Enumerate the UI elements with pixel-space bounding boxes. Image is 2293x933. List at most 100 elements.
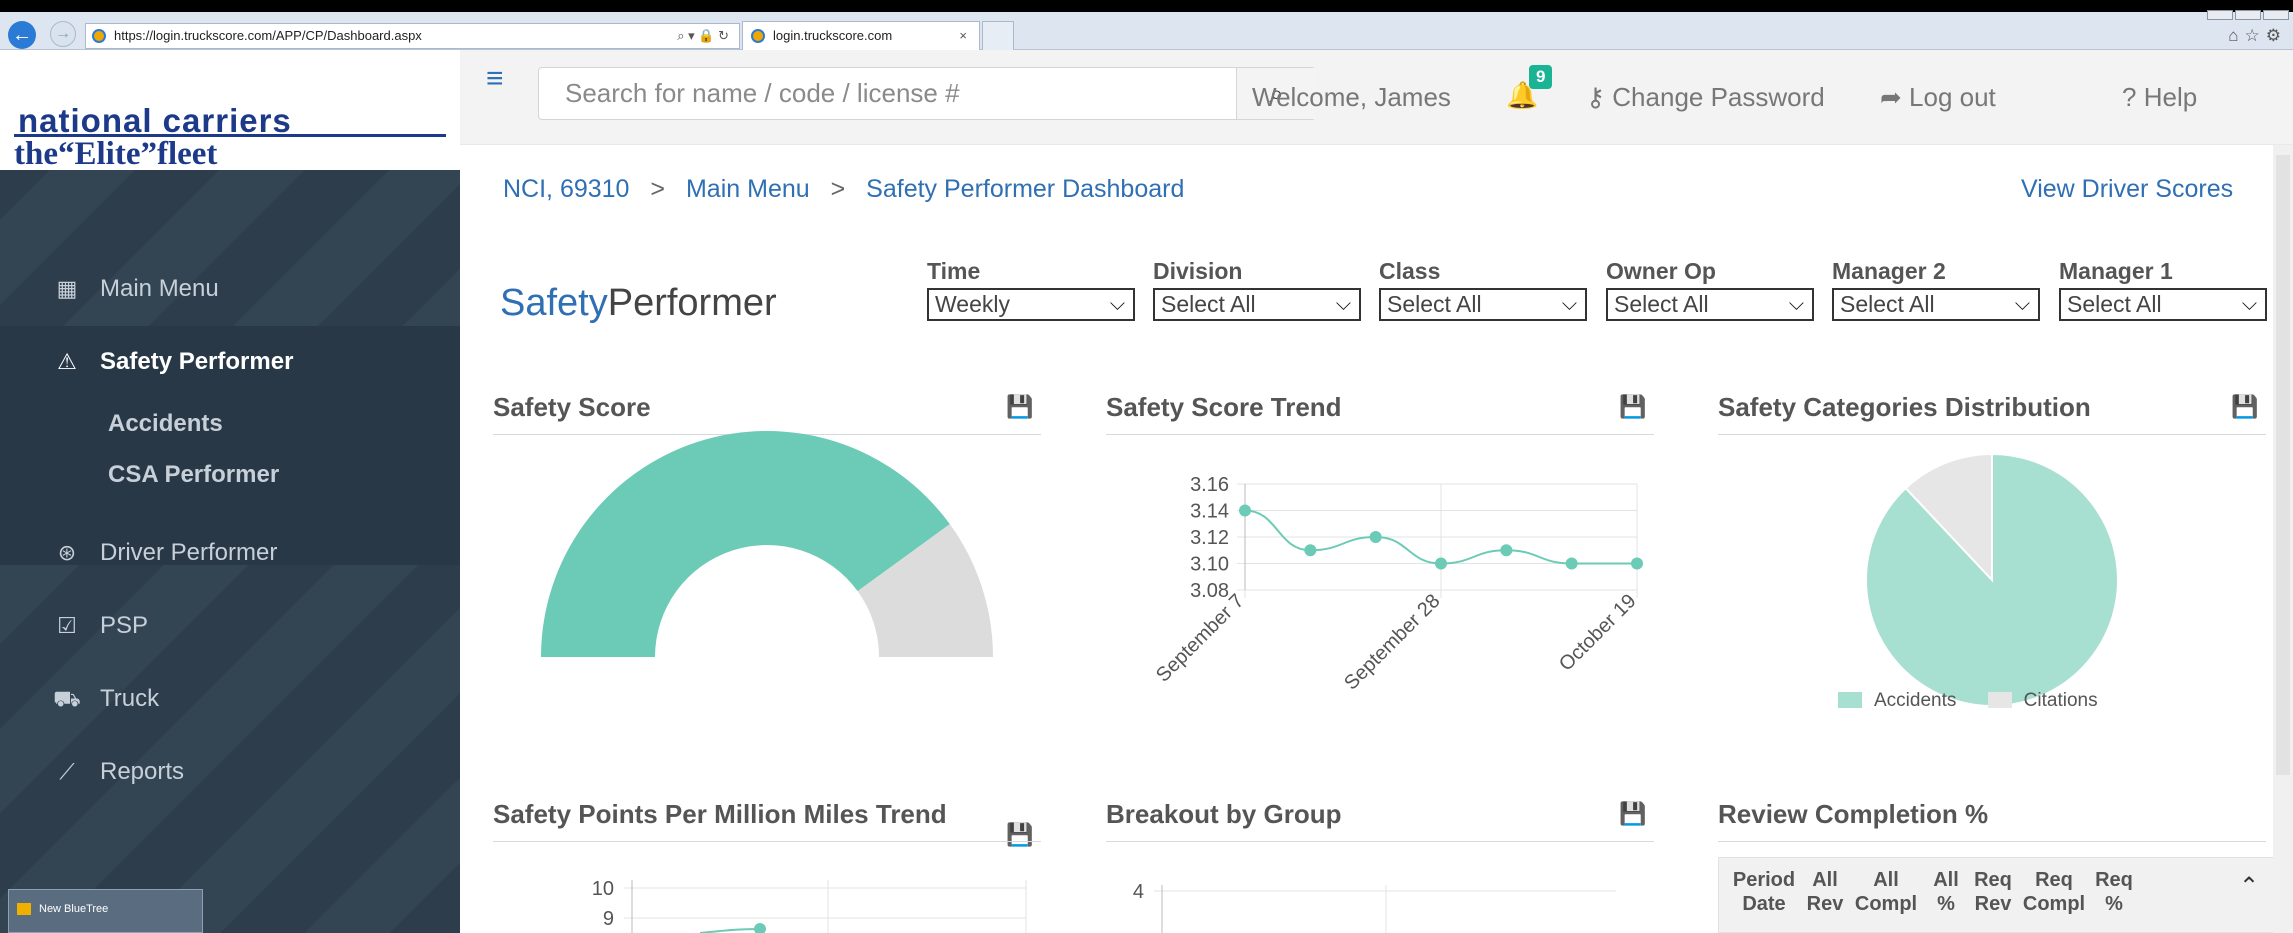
address-tools-icon[interactable]: ⌕ ▾ 🔒 ↻ — [677, 24, 729, 48]
minimize-icon[interactable] — [2207, 10, 2233, 20]
trend-ytick-label: 3.14 — [1190, 501, 1229, 523]
taskbar-item[interactable]: New BlueTree — [8, 889, 203, 933]
company-logo: national carriers the“Elite”fleet — [0, 50, 460, 172]
manager-1-select[interactable]: Select All ⌵ — [2059, 288, 2267, 321]
checkbox-icon: ☑ — [57, 613, 77, 638]
sidebar-item-label: Driver Performer — [100, 539, 278, 566]
panel-title-trend: Safety Score Trend — [1106, 392, 1342, 422]
trend-data-point — [1304, 544, 1317, 557]
save-icon[interactable]: 💾 — [2231, 394, 2258, 420]
warning-icon: ⚠ — [57, 349, 77, 374]
owner-op-select[interactable]: Select All ⌵ — [1606, 288, 1814, 321]
trend-data-point — [1435, 557, 1447, 570]
th-req-compl: Req Compl — [2022, 869, 2086, 915]
chevron-down-icon: ⌵ — [1561, 293, 1577, 315]
breakout-ytick-label: 4 — [1133, 881, 1144, 903]
filter-class: Class Select All ⌵ — [1379, 258, 1589, 321]
tab-title: login.truckscore.com — [773, 28, 893, 43]
screen-top-bar — [0, 0, 2293, 12]
chevron-down-icon: ⌵ — [1335, 293, 1351, 315]
trend-ytick-label: 3.12 — [1190, 527, 1229, 549]
address-bar[interactable]: https://login.truckscore.com/APP/CP/Dash… — [85, 23, 740, 49]
save-icon[interactable]: 💾 — [1619, 394, 1646, 420]
breadcrumb-company[interactable]: NCI, 69310 — [503, 175, 629, 203]
sidebar-item-driver-performer[interactable]: ⊛ Driver Performer — [0, 517, 460, 589]
legend-swatch-citations — [1987, 692, 2012, 708]
browser-tools-icons[interactable]: ⌂☆⚙ — [2228, 26, 2287, 46]
trend-data-point — [1369, 531, 1382, 543]
filter-label: Manager 1 — [2059, 258, 2173, 284]
view-driver-scores-link[interactable]: View Driver Scores — [2021, 175, 2233, 204]
logout-link[interactable]: ➦ Log out — [1880, 82, 1996, 113]
legend-swatch-accidents — [1838, 692, 1862, 708]
filter-label: Manager 2 — [1832, 258, 1946, 284]
pie-legend: Accidents Citations — [1838, 690, 2098, 712]
trend-data-point — [1239, 504, 1251, 517]
tab-close-icon[interactable]: × — [959, 22, 967, 49]
pie-slice-citations — [1904, 452, 1993, 583]
th-all-compl: All Compl — [1854, 869, 1918, 915]
back-button[interactable]: ← — [8, 21, 36, 49]
gauge-remainder-arc — [857, 524, 993, 657]
close-window-icon[interactable] — [2263, 10, 2289, 20]
maximize-icon[interactable] — [2235, 10, 2261, 20]
trend-xtick-label: September 7 — [1152, 590, 1249, 687]
gauge-value-arc — [541, 431, 950, 657]
hamburger-menu-icon[interactable]: ≡ — [486, 62, 504, 96]
filter-time: Time Weekly ⌵ — [927, 258, 1137, 321]
filter-label: Time — [927, 258, 981, 284]
time-select[interactable]: Weekly ⌵ — [927, 288, 1135, 321]
sidebar-subitem-csa-performer[interactable]: CSA Performer — [108, 461, 279, 489]
division-select[interactable]: Select All ⌵ — [1153, 288, 1361, 321]
sidebar-item-reports[interactable]: ⟋ Reports — [0, 736, 460, 808]
breadcrumb-current[interactable]: Safety Performer Dashboard — [866, 175, 1184, 203]
chevron-down-icon: ⌵ — [2241, 293, 2257, 315]
site-favicon-icon — [92, 29, 106, 43]
sidebar-item-safety-performer[interactable]: ⚠ Safety Performer — [0, 326, 460, 398]
change-password-link[interactable]: ⚷ Change Password — [1586, 82, 1825, 113]
trend-xtick-label: September 28 — [1340, 590, 1444, 694]
save-icon[interactable]: 💾 — [1619, 801, 1646, 827]
new-tab-button[interactable] — [982, 21, 1014, 50]
chevron-up-icon[interactable]: ⌃ — [2239, 872, 2259, 901]
page-scrollbar[interactable] — [2273, 145, 2293, 933]
sidebar-item-label: PSP — [100, 612, 149, 639]
chevron-down-icon: ⌵ — [2014, 293, 2030, 315]
manager-2-select[interactable]: Select All ⌵ — [1832, 288, 2040, 321]
th-all-pct: All % — [1933, 869, 1959, 915]
review-table: Period Date All Rev All Compl All % Req … — [1718, 857, 2278, 933]
trend-ytick-label: 3.10 — [1190, 554, 1229, 576]
sidebar-item-label: Safety Performer — [100, 348, 294, 375]
folder-icon — [17, 903, 31, 915]
steering-wheel-icon: ⊛ — [57, 540, 77, 565]
th-period-date: Period Date — [1732, 869, 1796, 915]
save-icon[interactable]: 💾 — [1006, 822, 1033, 848]
sidebar-subitem-accidents[interactable]: Accidents — [108, 410, 223, 438]
tab-favicon-icon — [751, 29, 765, 43]
points-data-point — [754, 923, 766, 933]
sidebar-item-label: Main Menu — [100, 275, 219, 302]
panel-title-breakout: Breakout by Group — [1106, 799, 1342, 829]
filter-label: Division — [1153, 258, 1243, 284]
sidebar-item-main-menu[interactable]: ▦ Main Menu — [0, 253, 460, 325]
save-icon[interactable]: 💾 — [1006, 394, 1033, 420]
th-req-rev: Req Rev — [1974, 869, 2012, 915]
search-input[interactable] — [539, 68, 1171, 119]
filter-owner-op: Owner Op Select All ⌵ — [1606, 258, 1816, 321]
sidebar-item-psp[interactable]: ☑ PSP — [0, 590, 460, 662]
breadcrumb-main-menu[interactable]: Main Menu — [686, 175, 810, 203]
th-req-pct: Req % — [2095, 869, 2133, 915]
panel-title-review: Review Completion % — [1718, 799, 1989, 829]
filter-manager-1: Manager 1 Select All ⌵ — [2059, 258, 2269, 321]
filter-division: Division Select All ⌵ — [1153, 258, 1363, 321]
logo-line-2: the“Elite”fleet — [14, 136, 218, 172]
browser-tab[interactable]: login.truckscore.com × — [742, 21, 980, 50]
forward-button[interactable]: → — [50, 21, 76, 47]
class-select[interactable]: Select All ⌵ — [1379, 288, 1587, 321]
notification-badge[interactable]: 9 — [1529, 65, 1553, 89]
search-box: ⌕ — [538, 67, 1316, 120]
question-icon: ? — [2122, 82, 2137, 112]
legend-label-accidents: Accidents — [1874, 690, 1957, 711]
help-link[interactable]: ? Help — [2122, 82, 2197, 113]
sidebar-item-truck[interactable]: ⛟ Truck — [0, 663, 460, 735]
